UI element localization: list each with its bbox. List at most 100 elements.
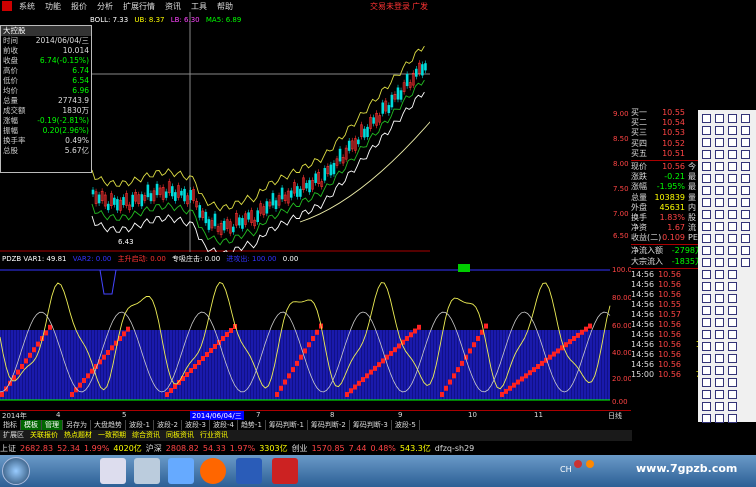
tab-related-quote[interactable]: 关联报价 (27, 430, 61, 441)
draw-tool-icon[interactable] (715, 366, 724, 375)
draw-tool-icon[interactable] (728, 162, 737, 171)
draw-tool-icon[interactable] (702, 174, 711, 183)
draw-tool-icon[interactable] (702, 306, 711, 315)
draw-tool-icon[interactable] (728, 234, 737, 243)
draw-tool-icon[interactable] (728, 270, 737, 279)
menu-tools[interactable]: 工具 (186, 1, 212, 12)
draw-tool-icon[interactable] (728, 186, 737, 195)
draw-tool-icon[interactable] (728, 354, 737, 363)
media-icon[interactable] (134, 458, 160, 484)
draw-tool-icon[interactable] (702, 294, 711, 303)
tab-band-3[interactable]: 波段-3 (182, 420, 210, 430)
draw-tool-icon[interactable] (728, 342, 737, 351)
menu-extended[interactable]: 扩展行情 (118, 1, 160, 12)
menu-analysis[interactable]: 分析 (92, 1, 118, 12)
draw-tool-icon[interactable] (702, 414, 711, 423)
draw-tool-icon[interactable] (728, 114, 737, 123)
draw-tool-icon[interactable] (702, 150, 711, 159)
draw-tool-icon[interactable] (741, 126, 750, 135)
draw-tool-icon[interactable] (741, 174, 750, 183)
tab-template[interactable]: 模板 (21, 420, 42, 430)
draw-tool-icon[interactable] (715, 210, 724, 219)
tab-band-4[interactable]: 波段-4 (210, 420, 238, 430)
draw-tool-icon[interactable] (715, 414, 724, 423)
draw-tool-icon[interactable] (715, 378, 724, 387)
draw-tool-icon[interactable] (728, 294, 737, 303)
draw-tool-icon[interactable] (728, 378, 737, 387)
draw-tool-icon[interactable] (702, 222, 711, 231)
tab-news[interactable]: 综合资讯 (129, 430, 163, 441)
draw-tool-icon[interactable] (702, 378, 711, 387)
draw-tool-icon[interactable] (715, 282, 724, 291)
tab-band-1[interactable]: 波段-1 (126, 420, 154, 430)
draw-tool-icon[interactable] (702, 354, 711, 363)
draw-tool-icon[interactable] (715, 402, 724, 411)
draw-tool-icon[interactable] (715, 258, 724, 267)
draw-tool-icon[interactable] (715, 306, 724, 315)
draw-tool-icon[interactable] (715, 246, 724, 255)
draw-tool-icon[interactable] (728, 330, 737, 339)
draw-tool-icon[interactable] (728, 174, 737, 183)
draw-tool-icon[interactable] (728, 390, 737, 399)
draw-tool-icon[interactable] (715, 114, 724, 123)
draw-tool-icon[interactable] (728, 402, 737, 411)
draw-tool-icon[interactable] (728, 222, 737, 231)
draw-tool-icon[interactable] (741, 150, 750, 159)
draw-tool-icon[interactable] (728, 258, 737, 267)
draw-tool-icon[interactable] (715, 294, 724, 303)
draw-tool-icon[interactable] (728, 210, 737, 219)
draw-tool-icon[interactable] (741, 258, 750, 267)
draw-tool-icon[interactable] (702, 258, 711, 267)
folder-icon[interactable] (100, 458, 126, 484)
menu-news[interactable]: 资讯 (160, 1, 186, 12)
draw-tool-icon[interactable] (702, 234, 711, 243)
draw-tool-icon[interactable] (728, 414, 737, 423)
draw-tool-icon[interactable] (715, 150, 724, 159)
tab-industry-news[interactable]: 行业资讯 (197, 430, 231, 441)
tab-chip-1[interactable]: 筹码判断-1 (266, 420, 308, 430)
start-button[interactable] (2, 457, 30, 485)
tab-chip-2[interactable]: 筹码判断-2 (308, 420, 350, 430)
tab-trend-1[interactable]: 趋势-1 (238, 420, 266, 430)
draw-tool-icon[interactable] (728, 150, 737, 159)
draw-tool-icon[interactable] (728, 198, 737, 207)
draw-tool-icon[interactable] (715, 198, 724, 207)
menu-function[interactable]: 功能 (40, 1, 66, 12)
draw-tool-icon[interactable] (702, 390, 711, 399)
draw-tool-icon[interactable] (741, 222, 750, 231)
draw-tool-icon[interactable] (741, 114, 750, 123)
firefox-icon[interactable] (200, 458, 226, 484)
draw-tool-icon[interactable] (715, 318, 724, 327)
word-icon[interactable] (236, 458, 262, 484)
draw-tool-icon[interactable] (715, 270, 724, 279)
draw-tool-icon[interactable] (715, 138, 724, 147)
draw-tool-icon[interactable] (715, 174, 724, 183)
draw-tool-icon[interactable] (741, 210, 750, 219)
draw-tool-icon[interactable] (702, 318, 711, 327)
draw-tool-icon[interactable] (702, 210, 711, 219)
draw-tool-icon[interactable] (728, 282, 737, 291)
draw-tool-icon[interactable] (702, 186, 711, 195)
tray-language[interactable]: CH (560, 465, 572, 474)
draw-tool-icon[interactable] (715, 234, 724, 243)
draw-tool-icon[interactable] (702, 138, 711, 147)
tab-hot-topic[interactable]: 热点题材 (61, 430, 95, 441)
draw-tool-icon[interactable] (715, 162, 724, 171)
draw-tool-icon[interactable] (715, 186, 724, 195)
tab-save-as[interactable]: 另存为 (63, 420, 91, 430)
indicator-chart[interactable] (0, 252, 632, 410)
draw-tool-icon[interactable] (741, 246, 750, 255)
draw-tool-icon[interactable] (702, 366, 711, 375)
tab-manage[interactable]: 管理 (42, 420, 63, 430)
tray-update-icon[interactable] (586, 460, 594, 468)
tab-consensus[interactable]: 一致预期 (95, 430, 129, 441)
draw-tool-icon[interactable] (741, 162, 750, 171)
draw-tool-icon[interactable] (715, 342, 724, 351)
draw-tool-icon[interactable] (715, 354, 724, 363)
draw-tool-icon[interactable] (728, 366, 737, 375)
draw-tool-icon[interactable] (702, 126, 711, 135)
draw-tool-icon[interactable] (728, 246, 737, 255)
menu-quote[interactable]: 报价 (66, 1, 92, 12)
trade-login-status[interactable]: 交易未登录 (370, 1, 410, 12)
draw-tool-icon[interactable] (741, 138, 750, 147)
